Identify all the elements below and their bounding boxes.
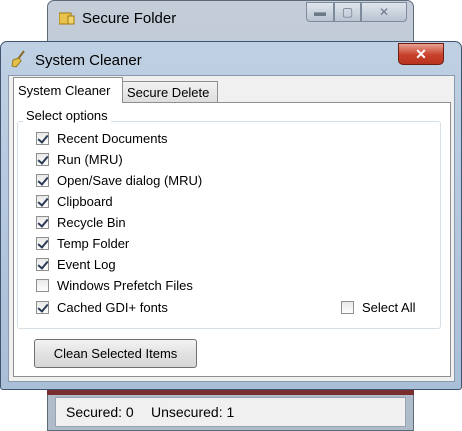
option-windows-prefetch[interactable]: Windows Prefetch Files xyxy=(36,278,193,293)
option-label: Temp Folder xyxy=(57,236,130,251)
checkbox[interactable] xyxy=(36,301,49,314)
folder-lock-icon xyxy=(59,12,75,25)
tab-secure-delete[interactable]: Secure Delete xyxy=(122,81,218,103)
window-title: System Cleaner xyxy=(35,52,142,69)
option-clipboard[interactable]: Clipboard xyxy=(36,194,113,209)
checkbox[interactable] xyxy=(341,301,354,314)
select-all-checkbox[interactable]: Select All xyxy=(341,300,415,315)
select-all-label: Select All xyxy=(362,300,416,315)
option-label: Recent Documents xyxy=(57,131,168,146)
checkbox[interactable] xyxy=(36,153,49,166)
option-label: Windows Prefetch Files xyxy=(57,278,193,293)
option-label: Clipboard xyxy=(57,194,113,209)
checkbox[interactable] xyxy=(36,279,49,292)
close-button[interactable]: ✕ xyxy=(361,2,407,22)
checkbox[interactable] xyxy=(36,174,49,187)
secured-count: Secured: 0 xyxy=(66,404,134,420)
option-open-save-dialog[interactable]: Open/Save dialog (MRU) xyxy=(36,173,202,188)
option-label: Cached GDI+ fonts xyxy=(57,300,168,315)
option-recycle-bin[interactable]: Recycle Bin xyxy=(36,215,126,230)
checkbox[interactable] xyxy=(36,216,49,229)
minimize-button[interactable]: ▬ xyxy=(306,2,334,22)
secure-folder-title: Secure Folder xyxy=(82,10,177,27)
clean-selected-items-button[interactable]: Clean Selected Items xyxy=(34,339,197,368)
unsecured-count: Unsecured: 1 xyxy=(151,404,235,420)
option-event-log[interactable]: Event Log xyxy=(36,257,116,272)
checkbox[interactable] xyxy=(36,258,49,271)
checkbox[interactable] xyxy=(36,132,49,145)
status-bar: Secured: 0 Unsecured: 1 xyxy=(55,397,406,427)
maximize-button[interactable]: ▢ xyxy=(334,2,361,22)
close-button[interactable]: ✕ xyxy=(398,43,444,65)
option-label: Run (MRU) xyxy=(57,152,123,167)
option-recent-documents[interactable]: Recent Documents xyxy=(36,131,168,146)
checkbox[interactable] xyxy=(36,195,49,208)
option-run-mru[interactable]: Run (MRU) xyxy=(36,152,123,167)
option-label: Open/Save dialog (MRU) xyxy=(57,173,203,188)
tab-system-cleaner[interactable]: System Cleaner xyxy=(13,77,123,103)
options-group-title: Select options xyxy=(23,108,111,123)
broom-icon xyxy=(11,50,25,68)
option-label: Recycle Bin xyxy=(57,215,126,230)
option-cached-gdi-fonts[interactable]: Cached GDI+ fonts xyxy=(36,300,168,315)
option-temp-folder[interactable]: Temp Folder xyxy=(36,236,129,251)
secure-folder-window-controls: ▬ ▢ ✕ xyxy=(306,2,407,22)
option-label: Event Log xyxy=(57,257,116,272)
checkbox[interactable] xyxy=(36,237,49,250)
